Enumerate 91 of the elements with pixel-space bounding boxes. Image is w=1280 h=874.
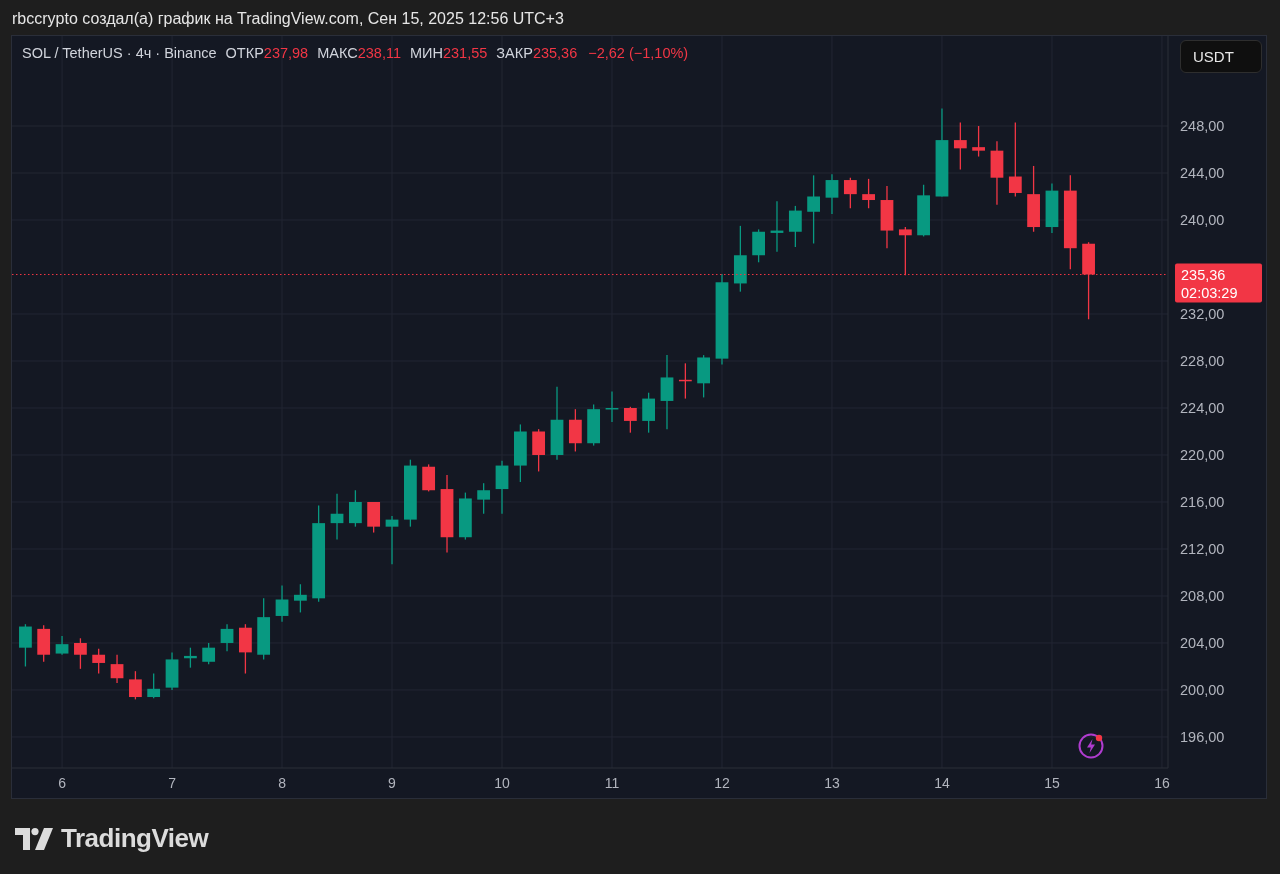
axis-label: 212,00 (1180, 541, 1225, 557)
axis-label: 232,00 (1180, 306, 1225, 322)
axis-label: 224,00 (1180, 400, 1225, 416)
axis-label: 244,00 (1180, 165, 1225, 181)
axis-label: 8 (278, 775, 286, 791)
candle (917, 184, 930, 238)
ohlc-label: МАКС (317, 45, 358, 61)
ohlc-label: ЗАКР (496, 45, 533, 61)
candle (788, 205, 802, 248)
candle (825, 173, 839, 215)
price-change: −2,62 (−1,10%) (588, 45, 689, 61)
candle (367, 501, 381, 534)
axis-label: 208,00 (1180, 588, 1225, 604)
candle (422, 463, 436, 493)
axis-label: 13 (824, 775, 840, 791)
candle (92, 648, 106, 675)
candle (257, 597, 271, 661)
ohlc-value: 235,36 (532, 45, 578, 61)
candle (55, 635, 69, 656)
candle (1027, 165, 1040, 233)
candle (202, 642, 216, 665)
candle (697, 354, 710, 399)
candle (532, 428, 545, 473)
candle (74, 637, 87, 670)
candle (220, 623, 234, 652)
candle (807, 174, 820, 245)
ohlc-value: 238,11 (357, 45, 401, 61)
axis-label: 14 (934, 775, 950, 791)
currency-button[interactable]: USDT (1180, 40, 1262, 73)
candle (898, 226, 912, 276)
candle (459, 491, 472, 541)
ohlc-value: 237,98 (263, 45, 309, 61)
candle (349, 489, 362, 528)
candle (972, 125, 985, 158)
candle (239, 623, 252, 675)
axis-label: 16 (1154, 775, 1170, 791)
candle (165, 651, 179, 691)
lightning-icon[interactable] (1078, 733, 1104, 759)
candle (569, 408, 582, 453)
candle (19, 623, 32, 668)
candle (770, 200, 784, 253)
candle (294, 583, 307, 614)
candle (147, 672, 161, 699)
candle (477, 482, 491, 515)
candle (275, 584, 289, 623)
logo-icon (15, 827, 53, 850)
axis-label: 9 (388, 775, 396, 791)
candle (642, 392, 655, 434)
candle (184, 647, 197, 669)
axis-label: 220,00 (1180, 447, 1225, 463)
candle (862, 178, 875, 209)
axis-label: 204,00 (1180, 635, 1225, 651)
axis-label: 7 (168, 775, 176, 791)
axis-label: 11 (604, 775, 620, 791)
candle (678, 362, 692, 400)
candle (843, 177, 857, 209)
axis-label: 228,00 (1180, 353, 1225, 369)
axis-label: 6 (58, 775, 66, 791)
axis-label: 12 (714, 775, 730, 791)
candle (37, 624, 51, 663)
axis-label: 240,00 (1180, 212, 1225, 228)
candle (129, 670, 142, 701)
candle (605, 390, 619, 423)
candle (330, 493, 344, 541)
candle (1045, 182, 1059, 234)
candle (514, 423, 527, 483)
candle (587, 403, 600, 447)
candle (752, 228, 765, 263)
axis-label: 10 (494, 775, 510, 791)
axis-label: 196,00 (1180, 729, 1225, 745)
symbol-label: SOL / TetherUS · 4ч · Binance (22, 45, 217, 61)
candle (495, 460, 509, 515)
candle (404, 459, 417, 528)
axis-label: 216,00 (1180, 494, 1225, 510)
brand-name: TradingView (61, 823, 209, 854)
countdown-label: 02:03:29 (1181, 284, 1238, 301)
price-label: 235,36 (1181, 266, 1226, 283)
candle (880, 185, 894, 249)
chart-caption: rbccrypto создал(а) график на TradingView.com, Сен 15, 2025 12:56 UTC+3 (11, 9, 565, 29)
ohlc-label: ОТКР (225, 45, 264, 61)
ohlc-label: МИН (409, 45, 443, 61)
axis-label: 248,00 (1180, 118, 1225, 134)
candle (733, 225, 747, 293)
candle (110, 654, 124, 684)
candle (385, 515, 399, 565)
ohlc-value: 231,55 (442, 45, 488, 61)
axis-label: 15 (1044, 775, 1060, 791)
axis-label: 200,00 (1180, 682, 1225, 698)
candle (624, 406, 637, 434)
candle (990, 140, 1004, 206)
candle (953, 121, 967, 171)
